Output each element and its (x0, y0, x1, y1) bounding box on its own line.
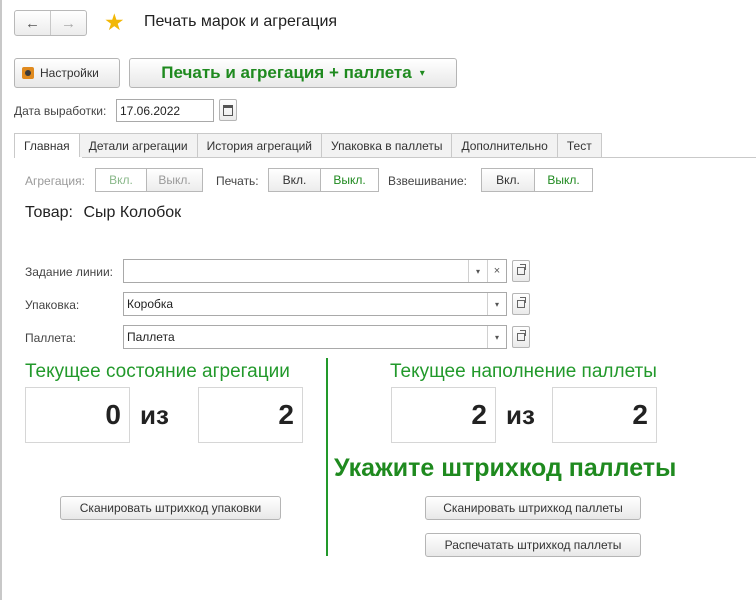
forward-button[interactable]: → (50, 11, 86, 35)
pallet-fill-title: Текущее наполнение паллеты (390, 361, 657, 382)
line-task-open-button[interactable] (512, 260, 530, 282)
package-input[interactable]: Коробка ▾ (123, 292, 507, 316)
print-pallet-barcode-button[interactable]: Распечатать штрихкод паллеты (425, 533, 641, 557)
pallet-value: Паллета (127, 330, 175, 344)
goods-value: Сыр Колобок (83, 204, 182, 221)
package-label: Упаковка: (25, 298, 80, 312)
tab-active-gap (15, 157, 82, 158)
pallet-of-label: из (506, 400, 535, 430)
calendar-icon (223, 104, 233, 116)
package-dropdown-icon[interactable]: ▾ (487, 293, 506, 315)
aggregation-toggle-label: Агрегация: (25, 174, 85, 188)
tab-main[interactable]: Главная (14, 133, 80, 158)
open-external-icon (517, 264, 526, 275)
back-button[interactable]: ← (15, 11, 50, 35)
aggregation-off-button[interactable]: Выкл. (147, 168, 203, 192)
aggregation-current-count: 0 (25, 387, 130, 443)
tab-aggregation-details[interactable]: Детали агрегации (79, 133, 198, 158)
scan-package-barcode-button[interactable]: Сканировать штрихкод упаковки (60, 496, 281, 520)
window-title: Печать марок и агрегация (144, 13, 338, 30)
weighing-off-button[interactable]: Выкл. (535, 168, 593, 192)
line-task-label: Задание линии: (25, 265, 114, 279)
favorite-star-icon[interactable]: ★ (104, 8, 125, 36)
weighing-toggle-label: Взвешивание: (388, 174, 468, 188)
scan-pallet-barcode-button[interactable]: Сканировать штрихкод паллеты (425, 496, 641, 520)
tab-aggregation-history[interactable]: История агрегаций (197, 133, 322, 158)
aggregation-of-label: из (140, 400, 169, 430)
left-border (0, 0, 2, 600)
aggregation-total-count: 2 (198, 387, 303, 443)
pallet-input[interactable]: Паллета ▾ (123, 325, 507, 349)
open-external-icon (517, 330, 526, 341)
settings-button[interactable]: Настройки (14, 58, 120, 88)
aggregation-state-title: Текущее состояние агрегации (25, 361, 290, 382)
pallet-total-count: 2 (552, 387, 657, 443)
nav-group: ← → (14, 10, 87, 36)
line-task-input[interactable]: ▾ × (123, 259, 507, 283)
production-date-input[interactable]: 17.06.2022 (116, 99, 214, 122)
print-on-button[interactable]: Вкл. (268, 168, 321, 192)
open-external-icon (517, 297, 526, 308)
aggregation-toggle[interactable]: Вкл. Выкл. (95, 168, 203, 192)
pallet-label: Паллета: (25, 331, 76, 345)
aggregation-on-button[interactable]: Вкл. (95, 168, 147, 192)
pallet-current-count: 2 (391, 387, 496, 443)
pallet-barcode-prompt: Укажите штрихкод паллеты (334, 454, 677, 482)
tab-additional[interactable]: Дополнительно (452, 133, 558, 158)
print-toggle[interactable]: Вкл. Выкл. (268, 168, 379, 192)
tab-divider (14, 157, 756, 158)
goods-label: Товар: (25, 204, 73, 221)
pallet-open-button[interactable] (512, 326, 530, 348)
production-date-label: Дата выработки: (14, 104, 107, 118)
package-open-button[interactable] (512, 293, 530, 315)
print-off-button[interactable]: Выкл. (321, 168, 379, 192)
line-task-clear-icon[interactable]: × (487, 260, 506, 282)
line-task-dropdown-icon[interactable]: ▾ (468, 260, 487, 282)
print-aggregation-pallet-button[interactable]: Печать и агрегация + паллета ▾ (129, 58, 457, 88)
settings-gear-icon (22, 67, 34, 79)
weighing-toggle[interactable]: Вкл. Выкл. (481, 168, 593, 192)
goods-line: Товар: Сыр Колобок (25, 204, 181, 222)
tab-pallet-packing[interactable]: Упаковка в паллеты (321, 133, 453, 158)
settings-button-label: Настройки (40, 66, 99, 80)
weighing-on-button[interactable]: Вкл. (481, 168, 535, 192)
print-toggle-label: Печать: (216, 174, 259, 188)
calendar-button[interactable] (219, 99, 237, 121)
package-value: Коробка (127, 297, 174, 311)
panels-separator (326, 358, 328, 556)
tab-test[interactable]: Тест (557, 133, 602, 158)
tab-bar: Главная Детали агрегации История агрегац… (14, 133, 602, 158)
pallet-dropdown-icon[interactable]: ▾ (487, 326, 506, 348)
print-aggregation-pallet-label: Печать и агрегация + паллета (161, 63, 412, 82)
chevron-down-icon: ▾ (419, 67, 425, 79)
